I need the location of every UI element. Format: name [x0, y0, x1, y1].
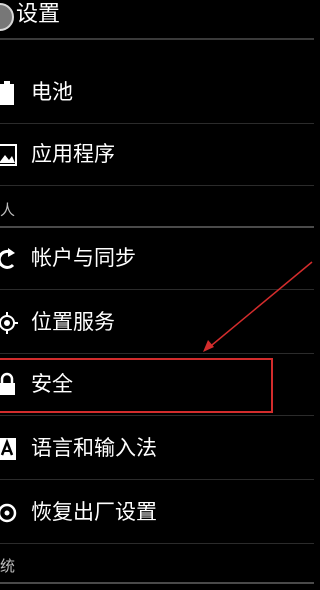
sync-icon: [0, 248, 15, 269]
action-bar: 设置: [0, 0, 314, 40]
settings-item-accounts-sync[interactable]: 帐户与同步: [0, 228, 314, 290]
settings-item-apps[interactable]: 应用程序: [0, 124, 314, 186]
settings-item-label: 应用程序: [31, 142, 115, 166]
lock-icon: [0, 372, 15, 395]
language-icon: [0, 438, 16, 460]
settings-item-language-input[interactable]: 语言和输入法: [0, 418, 314, 480]
section-label: 统: [0, 557, 16, 575]
settings-app-icon[interactable]: [0, 3, 14, 31]
settings-item-label: 帐户与同步: [31, 246, 136, 270]
location-icon: [0, 312, 18, 334]
settings-item-location[interactable]: 位置服务: [0, 292, 314, 354]
settings-item-security[interactable]: 安全: [0, 354, 314, 416]
settings-item-label: 电池: [31, 80, 73, 104]
section-label: 人: [0, 201, 16, 219]
settings-item-label: 语言和输入法: [31, 436, 157, 460]
apps-icon: [0, 144, 17, 166]
settings-item-label: 安全: [31, 372, 73, 396]
page-title: 设置: [16, 2, 61, 27]
settings-item-label: 恢复出厂设置: [31, 500, 157, 524]
section-header-system: 统: [0, 552, 314, 584]
section-header-personal: 人: [0, 196, 314, 228]
settings-item-factory-reset[interactable]: 恢复出厂设置: [0, 482, 314, 544]
settings-item-battery[interactable]: 电池: [0, 62, 314, 124]
settings-item-label: 位置服务: [31, 310, 115, 334]
battery-icon: [0, 81, 14, 105]
reset-icon: [0, 503, 17, 523]
